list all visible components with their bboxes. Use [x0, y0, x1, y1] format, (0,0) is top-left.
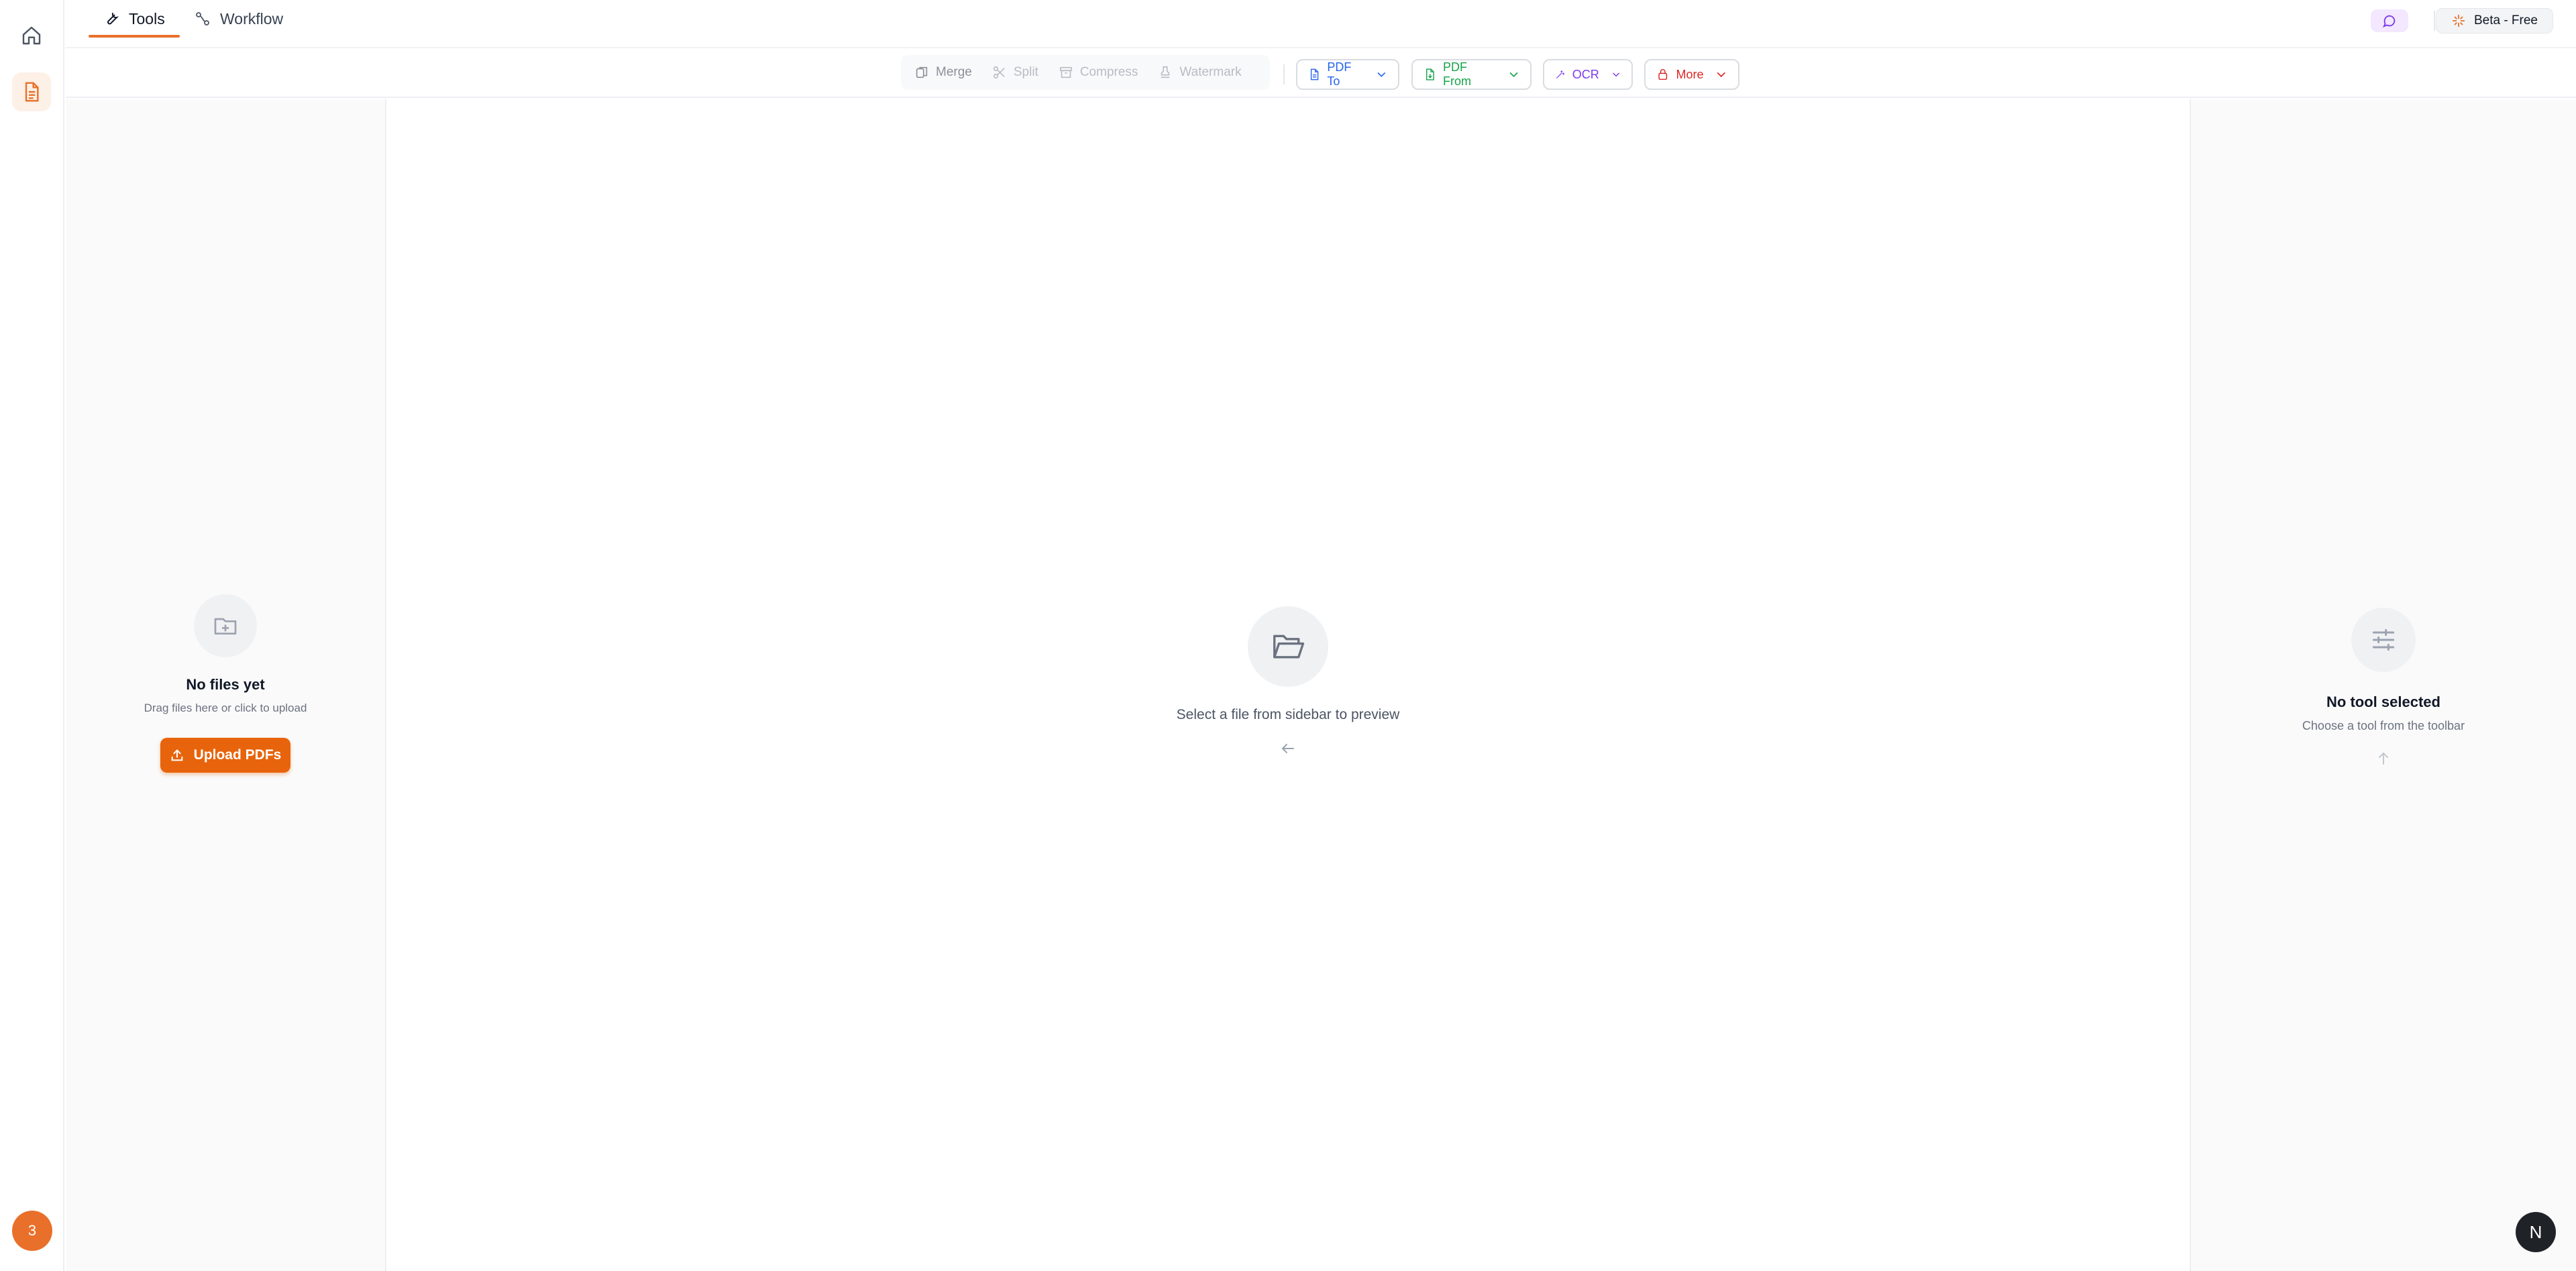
preview-empty-state: Select a file from sidebar to preview [388, 606, 2188, 757]
chat-bubble-icon [2382, 15, 2396, 27]
files-empty-state: No files yet Drag files here or click to… [66, 594, 385, 773]
plan-badge[interactable]: Beta - Free [2435, 8, 2553, 34]
upload-pdfs-label: Upload PDFs [193, 747, 282, 763]
archive-icon [1059, 66, 1072, 78]
ocr-dropdown[interactable]: OCR [1543, 59, 1633, 90]
split-button[interactable]: Split [992, 65, 1038, 80]
left-rail: 3 [0, 0, 64, 1271]
pdf-to-dropdown[interactable]: PDF To [1296, 59, 1399, 90]
document-icon [25, 82, 39, 102]
preview-area: Select a file from sidebar to preview [388, 99, 2188, 1271]
merge-icon [916, 66, 928, 78]
upload-pdfs-button[interactable]: Upload PDFs [160, 738, 290, 773]
files-empty-title: No files yet [186, 676, 265, 693]
split-label: Split [1013, 65, 1038, 79]
merge-label: Merge [936, 65, 972, 79]
tool-placeholder [2351, 608, 2416, 672]
preview-placeholder [1248, 606, 1328, 687]
compress-button[interactable]: Compress [1059, 65, 1138, 80]
files-empty-subtitle: Drag files here or click to upload [144, 702, 307, 714]
scissors-icon [993, 66, 1005, 79]
documents-button[interactable] [12, 72, 51, 111]
tool-empty-title: No tool selected [2326, 694, 2440, 710]
stamp-icon [1161, 66, 1170, 78]
tab-workflow-label: Workflow [220, 9, 284, 27]
arrow-left-icon [1281, 744, 1294, 753]
divider [2434, 11, 2435, 31]
upload-icon [171, 749, 182, 761]
file-icon [1426, 68, 1434, 80]
pdf-to-label: PDF To [1327, 60, 1352, 88]
feedback-button[interactable] [2371, 9, 2408, 32]
tool-empty-subtitle: Choose a tool from the toolbar [2302, 719, 2465, 732]
sliders-icon [2372, 628, 2395, 651]
plan-badge-label: Beta - Free [2473, 13, 2538, 27]
workflow-icon [196, 12, 209, 25]
chevron-down-icon [1613, 72, 1619, 77]
tab-workflow[interactable]: Workflow [180, 0, 298, 38]
pdf-from-label: PDF From [1443, 60, 1472, 88]
files-panel[interactable]: No files yet Drag files here or click to… [66, 99, 386, 1271]
toolbar-divider [1283, 64, 1285, 85]
tab-tools[interactable]: Tools [89, 0, 180, 38]
tab-tools-label: Tools [129, 9, 165, 27]
chevron-down-icon [1509, 72, 1518, 78]
watermark-button[interactable]: Watermark [1158, 65, 1242, 80]
home-icon [22, 26, 41, 45]
chevron-down-icon [1378, 72, 1386, 77]
wrench-icon [107, 13, 119, 25]
folder-plus-icon [214, 618, 237, 634]
tool-empty-state: No tool selected Choose a tool from the … [2191, 608, 2576, 767]
top-bar: Tools Workflow Beta - Free [66, 0, 2576, 48]
watermark-label: Watermark [1179, 65, 1242, 79]
avatar[interactable]: 3 [12, 1211, 52, 1251]
tool-options-panel: No tool selected Choose a tool from the … [2190, 99, 2576, 1271]
arrow-up-icon [2379, 752, 2388, 765]
home-button[interactable] [12, 16, 51, 55]
toolbar: Merge Split Compress Watermark PDF To PD… [66, 50, 2576, 98]
compress-label: Compress [1079, 65, 1138, 79]
preview-empty-text: Select a file from sidebar to preview [1176, 707, 1400, 722]
chevron-down-icon [1717, 72, 1726, 78]
more-dropdown[interactable]: More [1644, 59, 1739, 90]
merge-button[interactable]: Merge [914, 65, 972, 80]
app-root: 3 Tools Workflow Beta - Free Merge Split… [0, 0, 2576, 1271]
file-icon [1310, 68, 1319, 80]
pdf-from-dropdown[interactable]: PDF From [1411, 59, 1532, 90]
wand-icon [1556, 70, 1565, 78]
more-label: More [1676, 67, 1704, 81]
lock-icon [1658, 69, 1668, 80]
sparkle-icon [2452, 14, 2465, 27]
assistant-button[interactable]: N [2516, 1212, 2556, 1252]
ocr-label: OCR [1572, 67, 1599, 81]
upload-drop-zone[interactable] [194, 594, 257, 657]
folder-open-icon [1273, 634, 1305, 659]
quick-tools-group: Merge Split Compress Watermark [901, 55, 1270, 90]
